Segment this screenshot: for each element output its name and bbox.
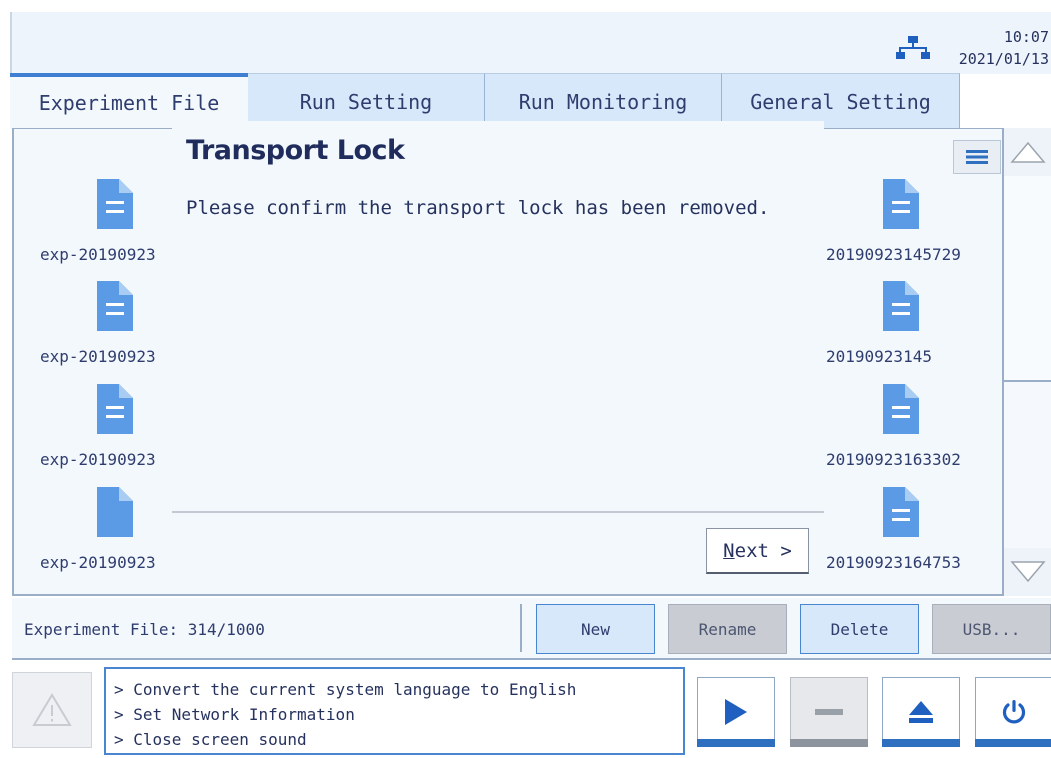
file-item[interactable]: 20190923145 xyxy=(826,281,976,373)
power-icon xyxy=(1002,700,1026,724)
eject-button[interactable] xyxy=(882,677,960,747)
clock-date: 2021/01/13 xyxy=(958,50,1049,68)
network-icon xyxy=(896,36,930,59)
transport-lock-dialog: Transport Lock Please confirm the transp… xyxy=(172,121,824,577)
message-close-sound[interactable]: > Close screen sound xyxy=(114,727,683,752)
document-icon xyxy=(97,384,133,434)
play-icon xyxy=(725,699,747,725)
clock-time: 10:07 xyxy=(1003,28,1049,46)
list-icon xyxy=(966,150,988,164)
document-icon xyxy=(97,179,133,229)
scroll-down-button[interactable] xyxy=(1004,548,1051,596)
file-name: exp-20190923 xyxy=(40,347,156,366)
file-item[interactable]: exp-20190923 xyxy=(40,487,190,579)
dialog-message: Please confirm the transport lock has be… xyxy=(186,197,770,219)
divider xyxy=(520,604,522,652)
file-item[interactable]: 20190923145729 xyxy=(826,179,976,271)
experiment-file-count: Experiment File: 314/1000 xyxy=(24,620,265,639)
stop-button[interactable] xyxy=(790,677,868,747)
list-view-button[interactable] xyxy=(953,140,1001,174)
document-icon xyxy=(883,487,919,537)
triangle-down-icon xyxy=(1009,561,1046,583)
scroll-track[interactable] xyxy=(1004,176,1051,548)
file-name: 20190923163302 xyxy=(826,450,961,469)
file-name: exp-20190923 xyxy=(40,553,156,572)
message-list: > Convert the current system language to… xyxy=(104,667,685,755)
clock: 10:07 2021/01/13 xyxy=(959,26,1049,70)
file-name: 20190923164753 xyxy=(826,553,961,572)
scroll-thumb[interactable] xyxy=(1004,176,1051,382)
document-icon xyxy=(883,384,919,434)
vertical-scrollbar[interactable] xyxy=(1004,128,1051,596)
run-button[interactable] xyxy=(697,677,775,747)
file-name: exp-20190923 xyxy=(40,245,156,264)
eject-icon xyxy=(909,701,933,723)
status-bar: 10:07 2021/01/13 xyxy=(10,12,1051,74)
file-name: 20190923145729 xyxy=(826,245,961,264)
message-network-info[interactable]: > Set Network Information xyxy=(114,702,683,727)
message-convert-language[interactable]: > Convert the current system language to… xyxy=(114,677,683,702)
file-item[interactable]: 20190923164753 xyxy=(826,487,976,579)
new-button[interactable]: New xyxy=(536,604,655,654)
dialog-divider xyxy=(172,511,824,513)
triangle-up-icon xyxy=(1009,141,1046,163)
file-name: exp-20190923 xyxy=(40,450,156,469)
next-button-label: ext > xyxy=(734,539,792,562)
warning-button[interactable] xyxy=(12,672,92,748)
file-item[interactable]: exp-20190923 xyxy=(40,179,190,271)
dialog-title: Transport Lock xyxy=(186,135,405,166)
file-item[interactable]: exp-20190923 xyxy=(40,384,190,476)
power-button[interactable] xyxy=(975,677,1051,747)
scroll-up-button[interactable] xyxy=(1004,128,1051,176)
action-bar: Experiment File: 314/1000 New Rename Del… xyxy=(12,598,1051,660)
delete-button[interactable]: Delete xyxy=(800,604,919,654)
rename-button[interactable]: Rename xyxy=(668,604,787,654)
usb-button[interactable]: USB... xyxy=(932,604,1051,654)
file-item[interactable]: exp-20190923 xyxy=(40,281,190,373)
document-icon xyxy=(97,281,133,331)
minus-icon xyxy=(815,709,843,715)
next-button-mnemonic: N xyxy=(723,539,735,562)
file-item[interactable]: 20190923163302 xyxy=(826,384,976,476)
next-button[interactable]: Next > xyxy=(706,528,809,574)
file-name: 20190923145 xyxy=(826,347,932,366)
document-icon xyxy=(97,487,133,537)
document-icon xyxy=(883,179,919,229)
document-icon xyxy=(883,281,919,331)
warning-icon xyxy=(32,693,72,726)
